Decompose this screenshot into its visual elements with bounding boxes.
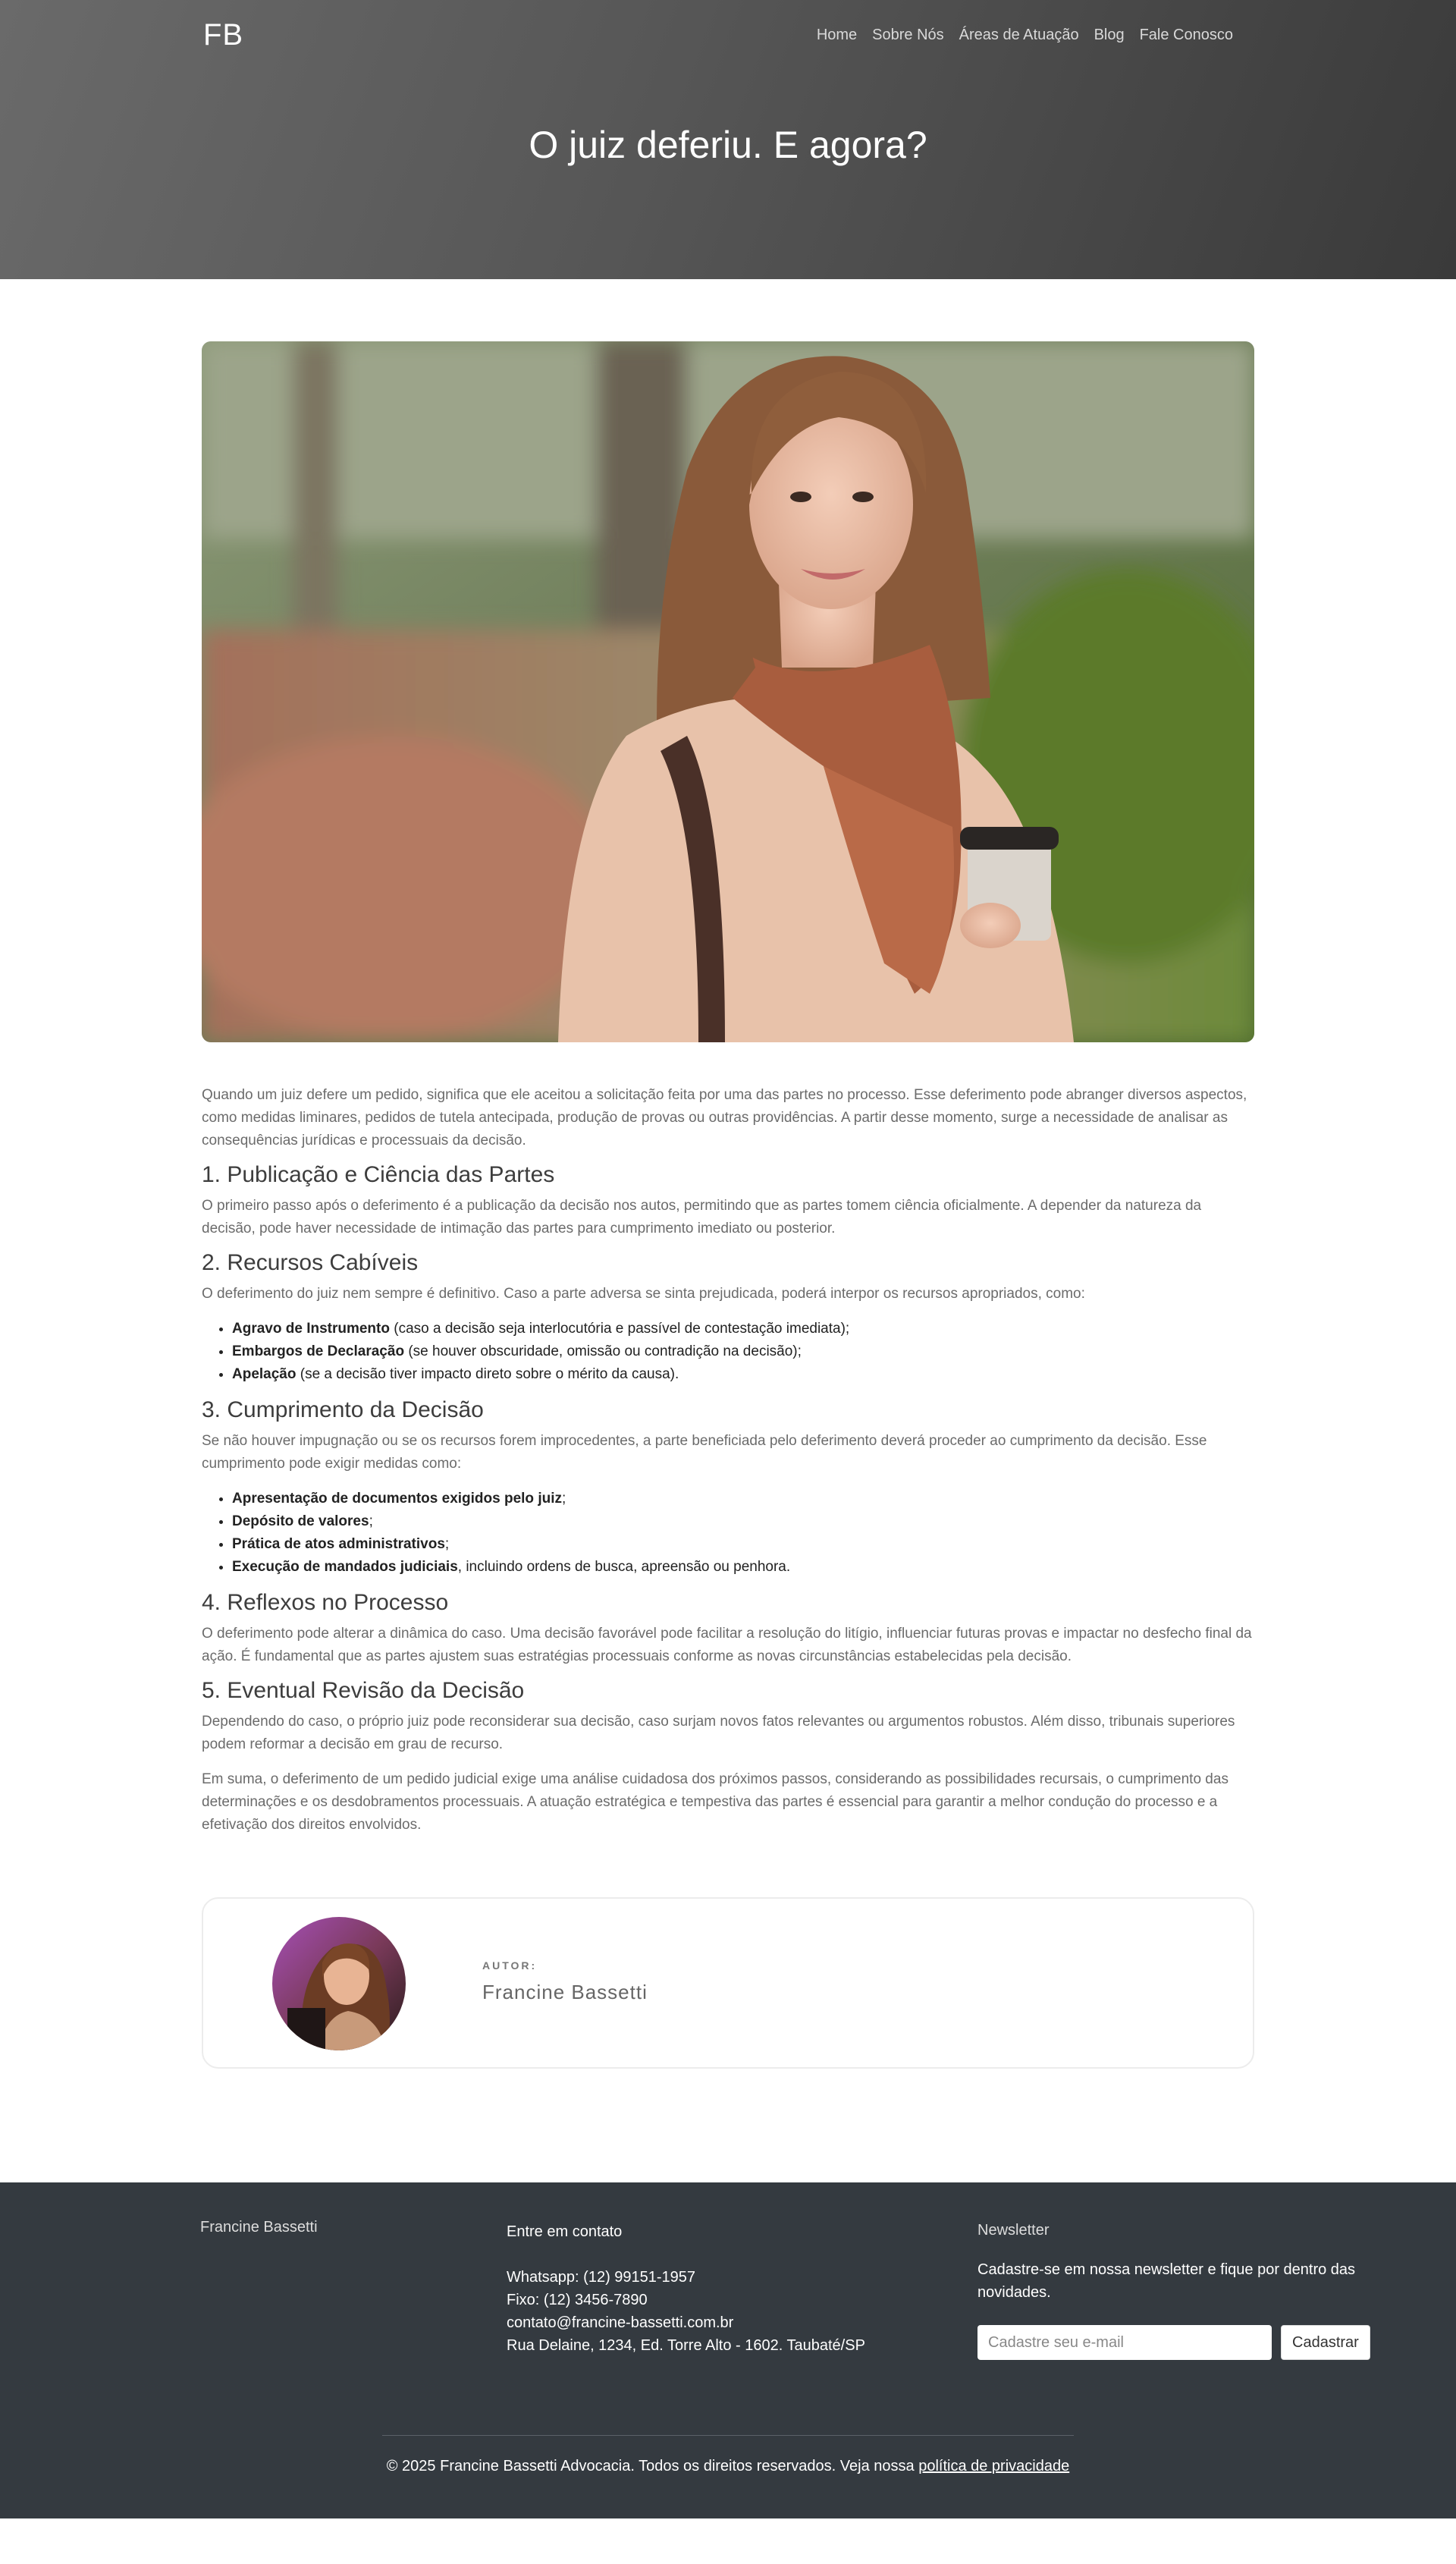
footer-copyright: © 2025 Francine Bassetti Advocacia. Todo… xyxy=(0,2458,1456,2475)
footer-contact: Entre em contato Whatsapp: (12) 99151-19… xyxy=(507,2220,865,2357)
avatar xyxy=(272,1917,406,2050)
section-text-1: O primeiro passo após o deferimento é a … xyxy=(202,1198,1202,1236)
author-label: AUTOR: xyxy=(482,1959,538,1972)
list-item: Depósito de valores; xyxy=(232,1510,1254,1533)
site-footer: Francine Bassetti Entre em contato Whats… xyxy=(0,2182,1456,2518)
list-item: Execução de mandados judiciais, incluind… xyxy=(232,1556,1254,1579)
section-heading-2: 2. Recursos Cabíveis xyxy=(202,1250,419,1275)
footer-address: Rua Delaine, 1234, Ed. Torre Alto - 1602… xyxy=(507,2337,865,2354)
list-item: Apelação (se a decisão tiver impacto dir… xyxy=(232,1363,1254,1386)
newsletter-text: Cadastre-se em nossa newsletter e fique … xyxy=(977,2261,1356,2301)
author-avatar-illustration xyxy=(272,1917,406,2050)
section-heading-1: 1. Publicação e Ciência das Partes xyxy=(202,1162,555,1187)
page-title: O juiz deferiu. E agora? xyxy=(529,124,927,166)
footer-contact-title: Entre em contato xyxy=(507,2223,623,2240)
footer-brand: Francine Bassetti xyxy=(200,2219,318,2236)
article-intro: Quando um juiz defere um pedido, signifi… xyxy=(202,1087,1247,1148)
section-text-3: Se não houver impugnação ou se os recurs… xyxy=(202,1433,1207,1472)
section-heading-3: 3. Cumprimento da Decisão xyxy=(202,1397,484,1422)
nav-link-blog[interactable]: Blog xyxy=(1094,27,1125,44)
section-text-5: Dependendo do caso, o próprio juiz pode … xyxy=(202,1714,1235,1752)
author-name: Francine Bassetti xyxy=(482,1981,648,2003)
author-meta: AUTOR: Francine Bassetti xyxy=(482,1959,648,2004)
list-item: Agravo de Instrumento (caso a decisão se… xyxy=(232,1318,1254,1340)
nav-links: Home Sobre Nós Áreas de Atuação Blog Fal… xyxy=(817,27,1233,44)
nav-link-fale-conosco[interactable]: Fale Conosco xyxy=(1140,27,1233,44)
newsletter-form: Cadastrar xyxy=(977,2325,1372,2360)
article-body: Quando um juiz defere um pedido, signifi… xyxy=(202,1084,1254,1837)
list-item: Prática de atos administrativos; xyxy=(232,1533,1254,1556)
cumprimento-list: Apresentação de documentos exigidos pelo… xyxy=(232,1488,1254,1579)
main-content: Quando um juiz defere um pedido, signifi… xyxy=(202,341,1254,2069)
article-conclusion: Em suma, o deferimento de um pedido judi… xyxy=(202,1771,1228,1833)
privacy-policy-link[interactable]: política de privacidade xyxy=(918,2458,1069,2474)
nav-link-home[interactable]: Home xyxy=(817,27,857,44)
top-navbar: FB Home Sobre Nós Áreas de Atuação Blog … xyxy=(202,0,1254,70)
featured-photo-illustration xyxy=(202,341,1254,1042)
author-card: AUTOR: Francine Bassetti xyxy=(202,1897,1254,2069)
section-heading-5: 5. Eventual Revisão da Decisão xyxy=(202,1678,525,1703)
newsletter-email-input[interactable] xyxy=(977,2325,1272,2360)
footer-phone: Fixo: (12) 3456-7890 xyxy=(507,2292,648,2308)
nav-link-sobre-nos[interactable]: Sobre Nós xyxy=(872,27,944,44)
hero-banner: FB Home Sobre Nós Áreas de Atuação Blog … xyxy=(0,0,1456,279)
newsletter-title: Newsletter xyxy=(977,2222,1050,2239)
recursos-list: Agravo de Instrumento (caso a decisão se… xyxy=(232,1318,1254,1386)
nav-link-areas-de-atuacao[interactable]: Áreas de Atuação xyxy=(959,27,1079,44)
footer-divider xyxy=(382,2435,1074,2436)
section-heading-4: 4. Reflexos no Processo xyxy=(202,1590,449,1615)
footer-newsletter: Newsletter Cadastre-se em nossa newslett… xyxy=(977,2219,1372,2360)
list-item: Embargos de Declaração (se houver obscur… xyxy=(232,1340,1254,1363)
newsletter-submit-button[interactable]: Cadastrar xyxy=(1281,2325,1370,2360)
footer-whatsapp: Whatsapp: (12) 99151-1957 xyxy=(507,2269,696,2286)
section-text-4: O deferimento pode alterar a dinâmica do… xyxy=(202,1626,1252,1664)
section-text-2: O deferimento do juiz nem sempre é defin… xyxy=(202,1286,1085,1302)
footer-email: contato@francine-bassetti.com.br xyxy=(507,2314,734,2331)
list-item: Apresentação de documentos exigidos pelo… xyxy=(232,1488,1254,1510)
site-logo[interactable]: FB xyxy=(203,18,243,52)
copyright-text: © 2025 Francine Bassetti Advocacia. Todo… xyxy=(386,2458,919,2474)
featured-image xyxy=(202,341,1254,1042)
